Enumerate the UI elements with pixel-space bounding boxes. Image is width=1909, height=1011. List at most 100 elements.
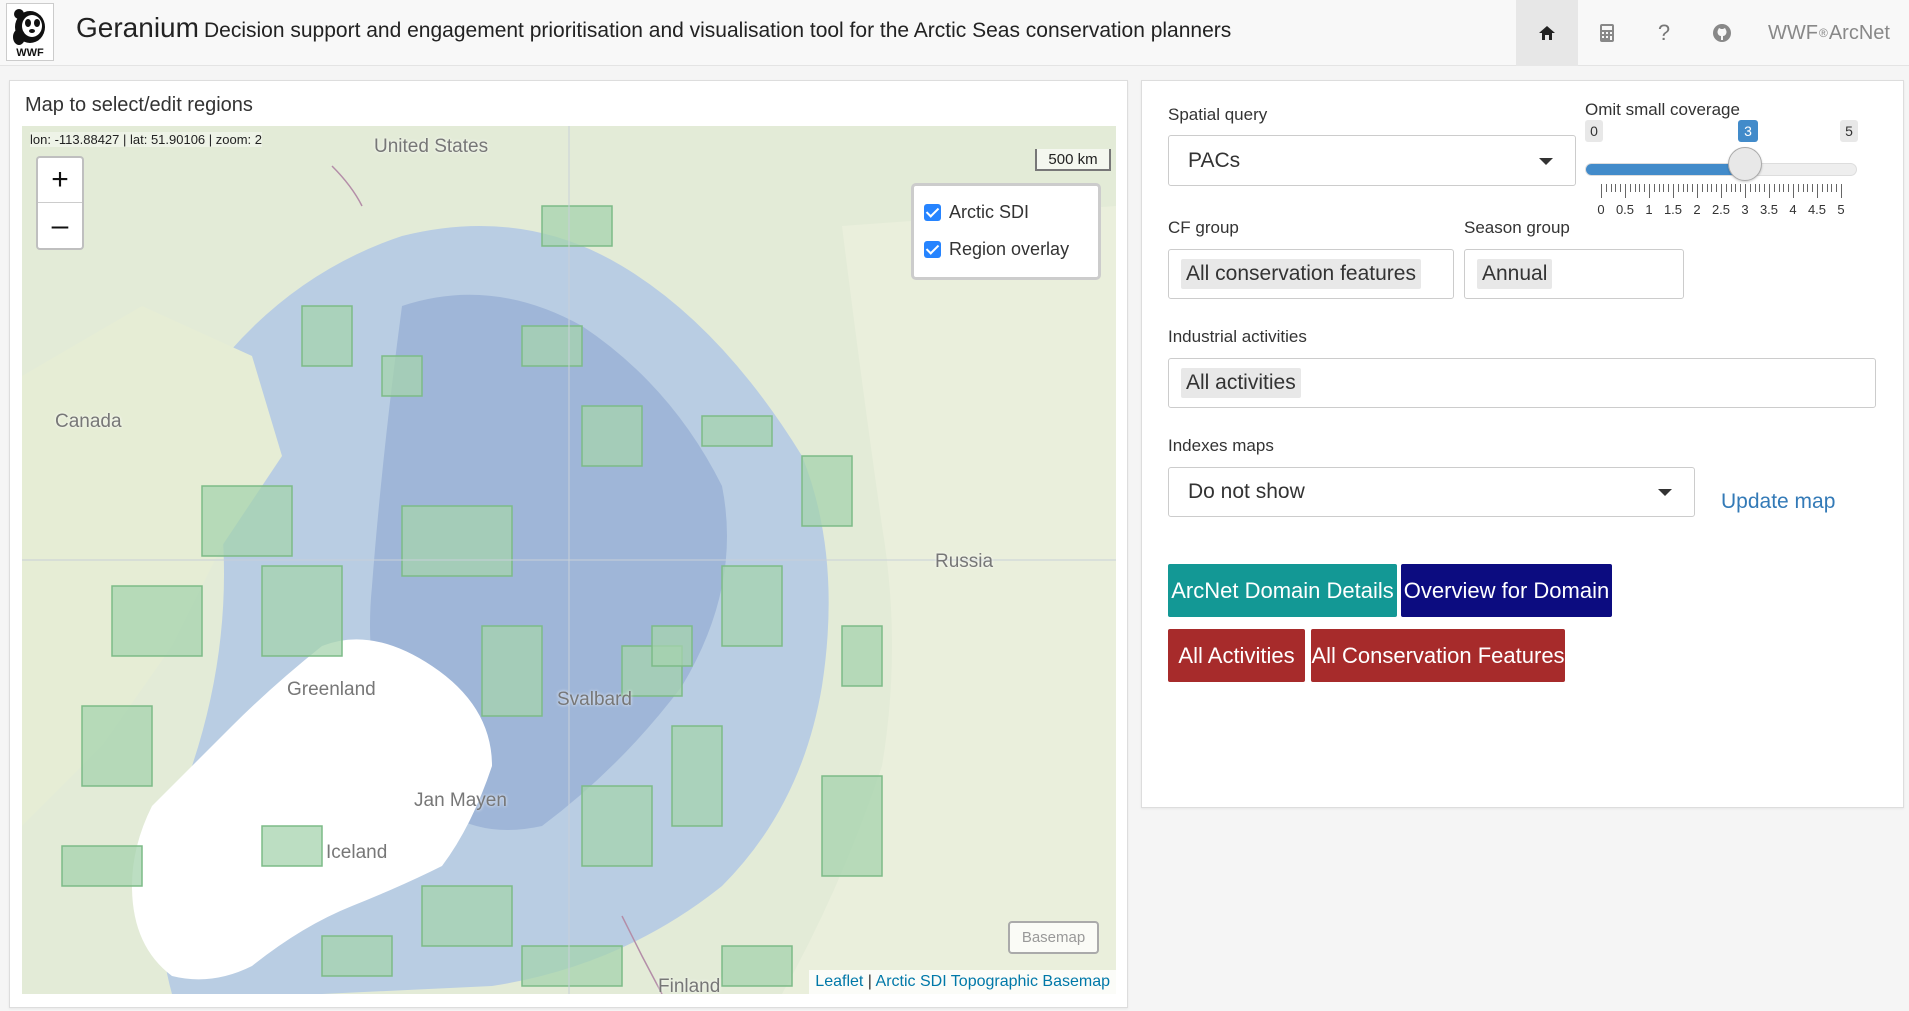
map-label-canada: Canada bbox=[55, 411, 122, 432]
slider-tick bbox=[1778, 184, 1780, 192]
attribution-separator: | bbox=[863, 973, 876, 990]
slider-tick bbox=[1701, 184, 1703, 192]
nav-calculator-tab[interactable] bbox=[1578, 0, 1636, 66]
slider-tick bbox=[1749, 184, 1751, 192]
indexes-maps-select[interactable]: Do not show bbox=[1168, 467, 1695, 517]
basemap-attribution-link[interactable]: Arctic SDI Topographic Basemap bbox=[876, 973, 1110, 990]
map-label-united-states: United States bbox=[374, 136, 489, 157]
all-conservation-features-button[interactable]: All Conservation Features bbox=[1311, 629, 1565, 682]
leaflet-map[interactable]: lon: -113.88427 | lat: 51.90106 | zoom: … bbox=[22, 126, 1116, 994]
slider-tick bbox=[1817, 184, 1818, 198]
map-label-greenland: Greenland bbox=[287, 679, 376, 700]
update-map-link[interactable]: Update map bbox=[1721, 490, 1835, 514]
app-subtitle: Decision support and engagement prioriti… bbox=[204, 19, 1232, 42]
slider-tick bbox=[1769, 184, 1770, 198]
app-title[interactable]: Geranium bbox=[76, 12, 199, 44]
slider-tick bbox=[1802, 184, 1804, 192]
slider-tick bbox=[1793, 184, 1794, 198]
slider-tick bbox=[1687, 184, 1689, 192]
slider-tick bbox=[1754, 184, 1756, 192]
slider-tick-label: 5 bbox=[1837, 202, 1845, 217]
map-panel-title: Map to select/edit regions bbox=[25, 94, 253, 116]
slider-min-label: 0 bbox=[1585, 120, 1603, 142]
map-label-jan-mayen: Jan Mayen bbox=[414, 790, 507, 811]
cf-group-select[interactable]: All conservation features bbox=[1168, 249, 1454, 299]
brand-registered: ® bbox=[1818, 26, 1828, 40]
slider-tick bbox=[1653, 184, 1655, 192]
slider-tick bbox=[1826, 184, 1828, 192]
season-group-select[interactable]: Annual bbox=[1464, 249, 1684, 299]
navbar: WWF Geranium Decision support and engage… bbox=[0, 0, 1909, 66]
indexes-maps-value: Do not show bbox=[1188, 480, 1305, 503]
wwf-panda-logo[interactable]: WWF bbox=[6, 3, 54, 61]
nav-home-tab[interactable] bbox=[1516, 0, 1578, 66]
map-label-svalbard: Svalbard bbox=[557, 689, 632, 710]
slider-tick bbox=[1625, 184, 1626, 198]
slider-tick bbox=[1841, 184, 1842, 198]
slider-tick bbox=[1783, 184, 1785, 192]
nav-github-link[interactable] bbox=[1692, 0, 1752, 66]
indexes-maps-label: Indexes maps bbox=[1168, 436, 1274, 455]
mouse-coordinates: lon: -113.88427 | lat: 51.90106 | zoom: … bbox=[30, 132, 263, 147]
slider-tick bbox=[1797, 184, 1799, 192]
overview-for-domain-button[interactable]: Overview for Domain bbox=[1401, 564, 1612, 617]
brand-suffix: ArcNet bbox=[1828, 21, 1890, 44]
question-icon: ? bbox=[1657, 20, 1671, 45]
slider-tick bbox=[1807, 184, 1809, 192]
home-icon bbox=[1539, 26, 1555, 40]
slider-tick bbox=[1649, 184, 1650, 198]
layer-region-overlay[interactable]: Region overlay bbox=[924, 231, 1088, 268]
slider-value-label: 3 bbox=[1738, 120, 1758, 142]
github-icon bbox=[1713, 24, 1731, 42]
map-label-finland: Finland bbox=[658, 976, 721, 994]
slider-tick bbox=[1658, 184, 1660, 192]
slider-fill bbox=[1586, 164, 1746, 175]
zoom-out-button[interactable]: – bbox=[38, 203, 82, 248]
slider-tick bbox=[1831, 184, 1833, 192]
slider-tick bbox=[1788, 184, 1790, 192]
slider-tick bbox=[1740, 184, 1742, 192]
omit-small-coverage-slider[interactable]: 0 3 5 0 0.5 1 1.5 2 2.5 3 3.5 4 4.5 5 bbox=[1585, 120, 1859, 220]
slider-tick bbox=[1730, 184, 1732, 192]
map-scale: 500 km bbox=[1035, 149, 1111, 171]
industrial-activities-label: Industrial activities bbox=[1168, 327, 1307, 346]
leaflet-link[interactable]: Leaflet bbox=[815, 973, 863, 990]
slider-tick bbox=[1692, 184, 1694, 192]
slider-tick bbox=[1639, 184, 1641, 192]
zoom-in-button[interactable]: + bbox=[38, 158, 82, 203]
all-activities-button[interactable]: All Activities bbox=[1168, 629, 1305, 682]
slider-tick bbox=[1812, 184, 1814, 192]
spatial-query-select[interactable]: PACs bbox=[1168, 135, 1576, 186]
slider-tick bbox=[1663, 184, 1665, 192]
layer-arctic-sdi-checkbox[interactable] bbox=[924, 204, 941, 221]
slider-tick bbox=[1677, 184, 1679, 192]
nav-help-tab[interactable]: ? bbox=[1636, 0, 1692, 66]
map-attribution: Leaflet | Arctic SDI Topographic Basemap bbox=[809, 970, 1116, 994]
slider-tick bbox=[1836, 184, 1838, 192]
slider-tick bbox=[1697, 184, 1698, 198]
layer-arctic-sdi-label: Arctic SDI bbox=[949, 202, 1030, 222]
layer-region-overlay-checkbox[interactable] bbox=[924, 241, 941, 258]
slider-tick bbox=[1634, 184, 1636, 192]
layer-arctic-sdi[interactable]: Arctic SDI bbox=[924, 194, 1088, 231]
slider-tick bbox=[1668, 184, 1670, 192]
basemap-button[interactable]: Basemap bbox=[1008, 921, 1099, 954]
nav-wwf-arcnet-link[interactable]: WWF ® ArcNet bbox=[1768, 0, 1909, 66]
layers-control: Arctic SDI Region overlay bbox=[911, 183, 1101, 280]
arcnet-domain-details-button[interactable]: ArcNet Domain Details bbox=[1168, 564, 1397, 617]
panda-icon: WWF bbox=[13, 9, 45, 59]
slider-tick bbox=[1821, 184, 1823, 192]
slider-tick bbox=[1601, 184, 1602, 198]
slider-tick bbox=[1615, 184, 1617, 192]
map-label-iceland: Iceland bbox=[326, 842, 388, 863]
industrial-activities-select[interactable]: All activities bbox=[1168, 358, 1876, 408]
slider-tick bbox=[1735, 184, 1737, 192]
slider-tick bbox=[1673, 184, 1674, 198]
cf-group-label: CF group bbox=[1168, 218, 1239, 237]
slider-track[interactable] bbox=[1585, 163, 1857, 176]
slider-tick bbox=[1644, 184, 1646, 192]
slider-tick bbox=[1745, 184, 1746, 198]
season-group-label: Season group bbox=[1464, 218, 1570, 237]
chevron-down-icon bbox=[1658, 489, 1672, 496]
slider-handle[interactable] bbox=[1728, 147, 1762, 181]
